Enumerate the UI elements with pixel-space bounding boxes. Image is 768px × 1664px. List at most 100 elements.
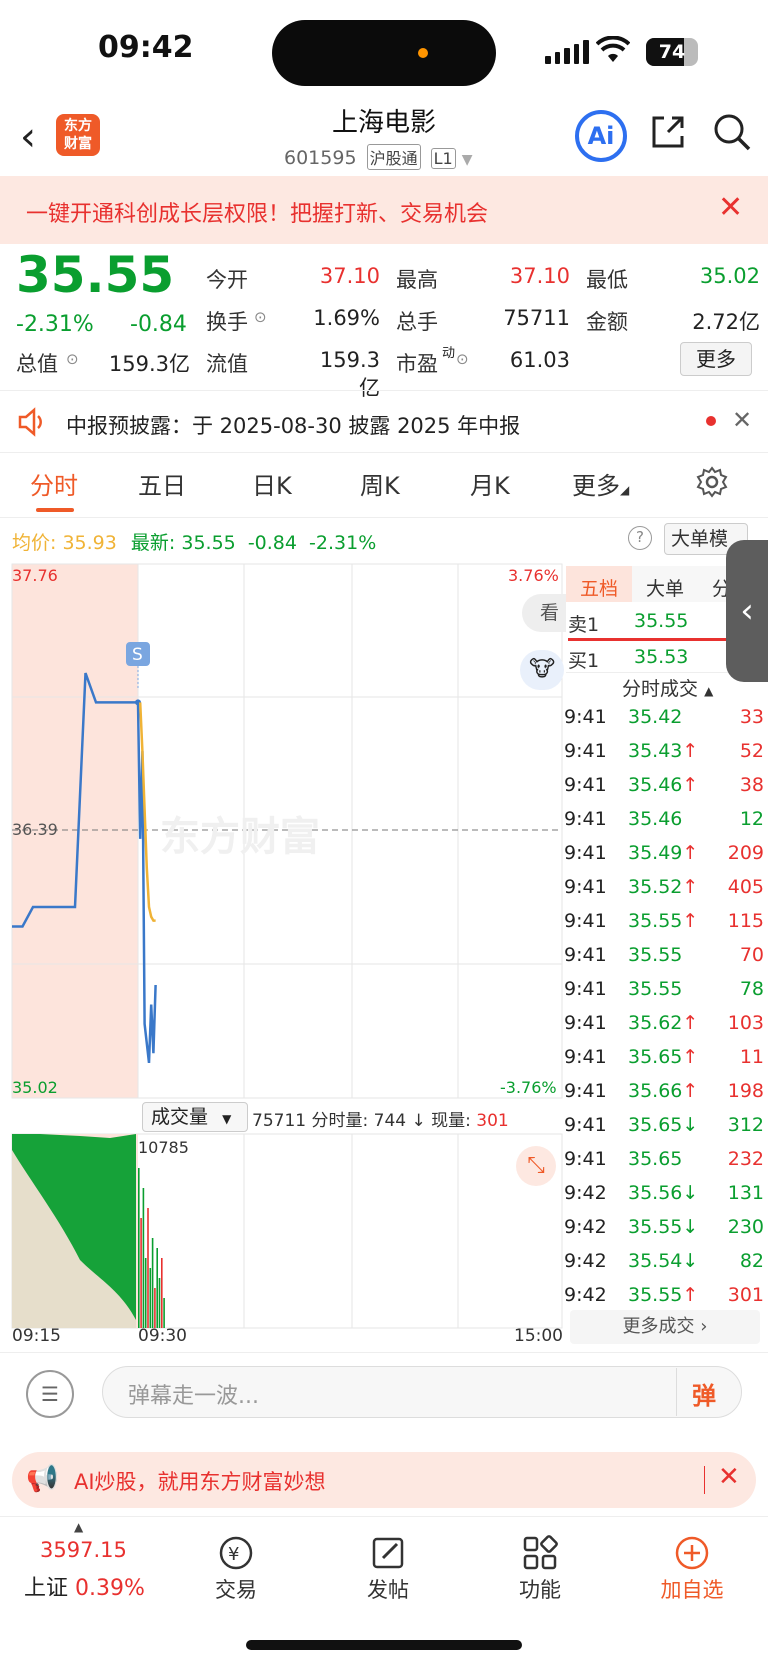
trade-row: 9:41 35.66↑ 198 — [564, 1074, 764, 1108]
trade-row: 9:41 35.46 12 — [564, 802, 764, 836]
buy1-label: 买1 — [568, 650, 600, 672]
close-icon[interactable]: ✕ — [732, 406, 752, 434]
mascot-icon[interactable]: 🐮 — [520, 650, 564, 690]
trade-price: 35.54↓ — [628, 1250, 699, 1272]
latest-value: 35.55 — [181, 532, 236, 554]
tab-weekly-k[interactable]: 周K — [360, 466, 400, 501]
trade-row: 9:41 35.65 232 — [564, 1142, 764, 1176]
index-percent: 0.39% — [75, 1576, 145, 1601]
volume-bar — [156, 1248, 158, 1328]
sell1-label: 卖1 — [568, 614, 600, 636]
hk-connect-tag: 沪股通 — [366, 144, 421, 170]
bottom-pct-label: -3.76% — [500, 1078, 557, 1097]
search-icon[interactable] — [712, 112, 752, 156]
post-icon — [328, 1534, 448, 1574]
tab-five-levels[interactable]: 五档 — [580, 574, 618, 601]
volume-bar — [154, 1288, 156, 1328]
intraday-chart[interactable]: 东方财富 S 10785 — [0, 560, 564, 1350]
info-icon[interactable]: ⊙ — [456, 350, 469, 368]
quote-value-0: 37.10 — [319, 264, 380, 288]
info-icon[interactable]: ⊙ — [254, 308, 267, 326]
home-indicator — [246, 1640, 522, 1650]
apps-icon — [480, 1534, 600, 1574]
ai-button[interactable]: Ai — [575, 110, 627, 162]
wifi-icon — [595, 35, 631, 71]
info-icon[interactable]: ⊙ — [66, 350, 79, 368]
share-icon[interactable] — [648, 112, 688, 156]
trade-volume: 103 — [727, 1012, 764, 1034]
quote-value-5: 2.72亿 — [692, 310, 760, 334]
trade-time: 9:41 — [564, 910, 607, 932]
trade-volume: 38 — [739, 774, 764, 796]
status-time: 09:42 — [98, 30, 194, 65]
trade-time: 9:41 — [564, 1012, 607, 1034]
notice-text[interactable]: 中报预披露：于 2025-08-30 披露 2025 年中报 — [66, 410, 520, 440]
trade-time: 9:41 — [564, 944, 607, 966]
index-name: 上证 — [24, 1576, 69, 1601]
nav-add-watchlist[interactable]: 加自选 — [632, 1534, 752, 1604]
nav-trade[interactable]: ¥ 交易 — [176, 1534, 296, 1604]
ai-banner-text[interactable]: AI炒股，就用东方财富妙想 — [74, 1466, 326, 1496]
watermark: 东方财富 — [160, 814, 320, 860]
quote-label-8: 市盈 — [396, 352, 438, 376]
trade-row: 9:42 35.54↓ 82 — [564, 1244, 764, 1278]
nav-post[interactable]: 发帖 — [328, 1534, 448, 1604]
nav-functions[interactable]: 功能 — [480, 1534, 600, 1604]
danmu-button[interactable]: 弹 — [692, 1376, 716, 1411]
help-icon[interactable]: ? — [628, 526, 652, 550]
trade-price: 35.52↑ — [628, 876, 699, 898]
tab-more[interactable]: 更多◢ — [572, 466, 629, 501]
svg-text:¥: ¥ — [228, 1544, 239, 1565]
trade-volume: 209 — [727, 842, 764, 864]
trades-title[interactable]: 分时成交 ▲ — [622, 674, 713, 701]
promo-text[interactable]: 一键开通科创成长层权限！把握打新、交易机会 — [26, 196, 488, 228]
trade-price: 35.65 — [628, 1148, 683, 1170]
trade-row: 9:41 35.62↑ 103 — [564, 1006, 764, 1040]
signal-icon — [545, 40, 589, 64]
avg-label: 均价: — [12, 532, 57, 554]
trade-price: 35.49↑ — [628, 842, 699, 864]
top-price-label: 37.76 — [12, 566, 58, 585]
volume-total: 75711 — [252, 1111, 307, 1131]
trade-volume: 115 — [727, 910, 764, 932]
close-icon[interactable]: ✕ — [718, 1462, 740, 1492]
quote-label-0: 今开 — [206, 268, 248, 292]
quote-label-7: 流值 — [206, 352, 248, 376]
trade-price: 35.65↓ — [628, 1114, 699, 1136]
gear-icon[interactable] — [696, 466, 728, 502]
latest-change: -0.84 — [247, 532, 297, 554]
tab-big-orders[interactable]: 大单 — [646, 574, 684, 601]
add-watch-icon — [632, 1534, 752, 1574]
more-trades-button[interactable]: 更多成交 › — [570, 1310, 760, 1344]
trade-volume: 12 — [739, 808, 764, 830]
danmu-placeholder[interactable]: 弹幕走一波... — [128, 1378, 259, 1410]
up-arrow-icon: ▲ — [74, 1520, 84, 1534]
tab-daily-k[interactable]: 日K — [252, 466, 292, 501]
comment-list-icon[interactable]: ☰ — [26, 1370, 74, 1418]
period-volume-label: 分时量: — [311, 1111, 369, 1131]
trade-volume: 232 — [727, 1148, 764, 1170]
trade-row: 9:41 35.43↑ 52 — [564, 734, 764, 768]
expand-icon[interactable]: ⤡ — [516, 1146, 556, 1186]
index-ticker[interactable]: 上证 0.39% — [24, 1570, 145, 1602]
tab-five-day[interactable]: 五日 — [138, 466, 186, 501]
tab-monthly-k[interactable]: 月K — [470, 466, 510, 501]
volume-bar — [140, 1218, 142, 1328]
more-quote-button[interactable]: 更多 — [680, 342, 752, 376]
trade-list: 9:41 35.42 33 9:41 35.43↑ 52 9:41 35.46↑ 38 9:41 3… — [564, 700, 764, 1312]
volume-selector[interactable]: 成交量 ▼ — [142, 1102, 248, 1132]
close-icon[interactable]: ✕ — [718, 190, 743, 225]
volume-max-label: 10785 — [138, 1138, 189, 1157]
trade-price: 35.66↑ — [628, 1080, 699, 1102]
back-button[interactable]: ‹ — [20, 112, 36, 162]
tab-intraday[interactable]: 分时 — [30, 466, 78, 501]
view-button[interactable]: 看 — [522, 594, 566, 632]
trade-volume: 198 — [727, 1080, 764, 1102]
index-value[interactable]: 3597.15 — [40, 1538, 127, 1562]
trade-row: 9:41 35.55 70 — [564, 938, 764, 972]
trade-price: 35.56↓ — [628, 1182, 699, 1204]
stock-code-line[interactable]: 601595 沪股通 L1 ▼ — [284, 144, 473, 170]
side-panel-handle[interactable]: ‹ — [726, 540, 768, 682]
volume-bar — [151, 1238, 154, 1328]
trade-price: 35.55↓ — [628, 1216, 699, 1238]
